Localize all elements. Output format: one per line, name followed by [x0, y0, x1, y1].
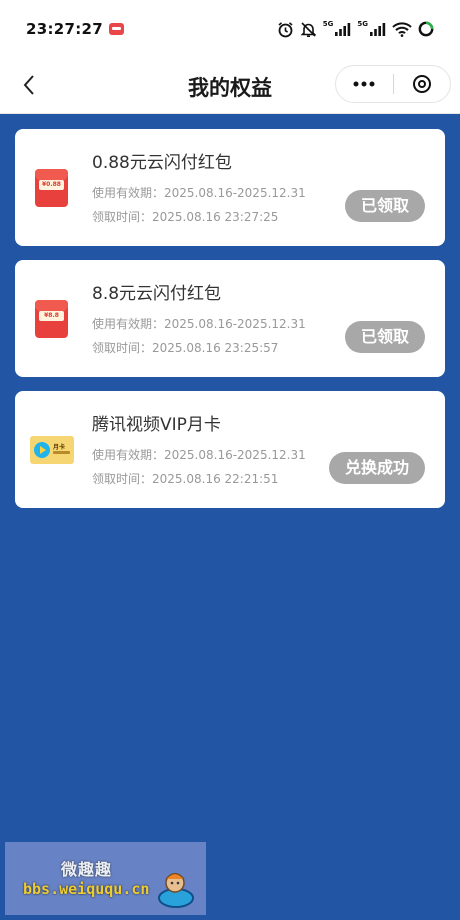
play-icon	[34, 442, 50, 458]
envelope-amount: ¥8.8	[39, 311, 64, 321]
status-right: 5G 5G	[277, 20, 434, 38]
red-envelope-icon: ¥0.88	[35, 169, 68, 207]
benefit-title: 0.88元云闪付红包	[92, 153, 232, 173]
benefit-title: 8.8元云闪付红包	[92, 284, 222, 304]
close-button[interactable]	[393, 66, 450, 102]
mute-icon	[300, 21, 317, 37]
signal-icon	[335, 22, 351, 36]
signal-type-label: 5G	[357, 20, 368, 28]
benefit-validity: 使用有效期：2025.08.16-2025.12.31	[92, 448, 306, 462]
battery-icon	[418, 21, 434, 37]
more-button[interactable]	[336, 66, 393, 102]
benefit-claim-time: 领取时间：2025.08.16 23:25:57	[92, 341, 279, 355]
claimed-status-button[interactable]: 已领取	[344, 321, 425, 353]
benefit-claim-time: 领取时间：2025.08.16 23:27:25	[92, 210, 279, 224]
watermark-url: bbs.weiququ.cn	[23, 880, 150, 898]
watermark: 微趣趣 bbs.weiququ.cn	[5, 842, 206, 915]
mini-program-capsule	[335, 65, 451, 103]
notification-badge-icon	[109, 23, 125, 35]
alarm-icon	[278, 21, 293, 37]
benefits-list: ¥0.88 0.88元云闪付红包 使用有效期：2025.08.16-2025.1…	[15, 129, 445, 522]
status-time: 23:27:27	[26, 20, 104, 38]
nav-bar: 我的权益	[0, 58, 460, 114]
benefit-validity: 使用有效期：2025.08.16-2025.12.31	[92, 317, 306, 331]
mascot-icon	[158, 872, 194, 908]
tencent-video-vip-card-icon: 月卡	[30, 436, 74, 464]
benefit-title: 腾讯视频VIP月卡	[92, 415, 221, 435]
red-envelope-icon: ¥8.8	[35, 300, 68, 338]
vip-card-stripe	[53, 451, 70, 454]
benefit-card[interactable]: ¥0.88 0.88元云闪付红包 使用有效期：2025.08.16-2025.1…	[15, 129, 445, 246]
benefit-validity: 使用有效期：2025.08.16-2025.12.31	[92, 186, 306, 200]
benefit-card[interactable]: 月卡 腾讯视频VIP月卡 使用有效期：2025.08.16-2025.12.31…	[15, 391, 445, 508]
vip-card-label: 月卡	[53, 444, 66, 451]
signal-icon	[370, 22, 386, 36]
more-dots-icon	[353, 81, 375, 87]
circle-close-icon	[412, 75, 431, 93]
status-left: 23:27:27	[26, 20, 125, 38]
benefit-card[interactable]: ¥8.8 8.8元云闪付红包 使用有效期：2025.08.16-2025.12.…	[15, 260, 445, 377]
redeemed-status-button[interactable]: 兑换成功	[328, 452, 425, 484]
claimed-status-button[interactable]: 已领取	[344, 190, 425, 222]
signal-type-label: 5G	[322, 20, 334, 28]
envelope-amount: ¥0.88	[39, 180, 64, 190]
wifi-icon	[392, 21, 412, 37]
watermark-title: 微趣趣	[61, 860, 113, 879]
status-bar: 23:27:27 5G 5G	[0, 0, 460, 58]
benefit-claim-time: 领取时间：2025.08.16 22:21:51	[92, 472, 279, 486]
